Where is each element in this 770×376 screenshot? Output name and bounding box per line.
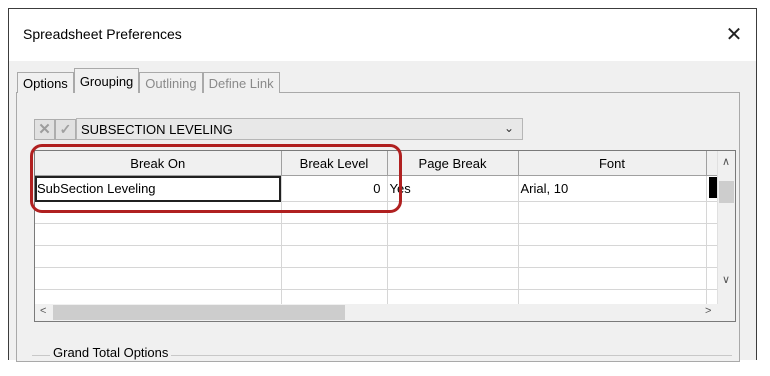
cancel-icon: ✕: [38, 121, 51, 138]
scroll-right-icon[interactable]: >: [705, 305, 711, 317]
close-icon: ✕: [725, 23, 743, 46]
column-header-page-break[interactable]: Page Break: [387, 151, 519, 176]
checkmark-icon: ✓: [59, 120, 72, 137]
tab-options[interactable]: Options: [17, 72, 74, 93]
cell-page-break[interactable]: Yes: [387, 175, 519, 202]
grouping-table: Break On Break Level Page Break Font Sub…: [35, 151, 721, 312]
vertical-scroll-thumb[interactable]: [719, 181, 734, 203]
scroll-left-icon[interactable]: <: [40, 305, 46, 317]
table-row-empty[interactable]: [35, 201, 721, 224]
chevron-down-icon: ⌄: [503, 121, 514, 135]
dropdown-value: SUBSECTION LEVELING: [81, 121, 233, 137]
cell-font[interactable]: Arial, 10: [518, 175, 707, 202]
horizontal-scrollbar[interactable]: < >: [35, 304, 719, 321]
tab-outlining: Outlining: [139, 72, 203, 93]
title-bar: Spreadsheet Preferences ✕: [9, 9, 756, 61]
tab-strip: Options Grouping Outlining Define Link: [17, 68, 280, 93]
column-header-font[interactable]: Font: [518, 151, 707, 176]
break-on-dropdown[interactable]: SUBSECTION LEVELING ⌄: [76, 118, 523, 140]
edit-toolbar: ✕ ✓ SUBSECTION LEVELING ⌄: [34, 118, 523, 140]
vertical-scrollbar[interactable]: ∧ ∨: [717, 151, 735, 306]
cell-break-on[interactable]: SubSection Leveling: [35, 175, 282, 202]
column-header-break-on[interactable]: Break On: [35, 151, 282, 176]
tab-define-link: Define Link: [202, 72, 280, 93]
column-header-break-level[interactable]: Break Level: [281, 151, 388, 176]
header-row: Break On Break Level Page Break Font: [35, 151, 721, 176]
table-row-empty[interactable]: [35, 245, 721, 268]
dialog-title: Spreadsheet Preferences: [23, 26, 182, 42]
cancel-edit-button[interactable]: ✕: [34, 118, 55, 140]
table-row[interactable]: SubSection Leveling 0 Yes Arial, 10: [35, 175, 721, 202]
scroll-down-icon[interactable]: ∨: [722, 273, 730, 286]
tab-grouping[interactable]: Grouping: [73, 68, 140, 93]
table-row-empty[interactable]: [35, 267, 721, 290]
scroll-up-icon[interactable]: ∧: [722, 155, 730, 168]
scroll-corner: [718, 304, 735, 321]
grouping-grid: Break On Break Level Page Break Font Sub…: [34, 150, 736, 322]
horizontal-scroll-thumb[interactable]: [53, 305, 345, 320]
accept-edit-button[interactable]: ✓: [55, 118, 76, 140]
cell-break-level[interactable]: 0: [281, 175, 388, 202]
close-button[interactable]: ✕: [718, 19, 750, 49]
table-row-empty[interactable]: [35, 223, 721, 246]
group-label: Grand Total Options: [50, 345, 172, 360]
